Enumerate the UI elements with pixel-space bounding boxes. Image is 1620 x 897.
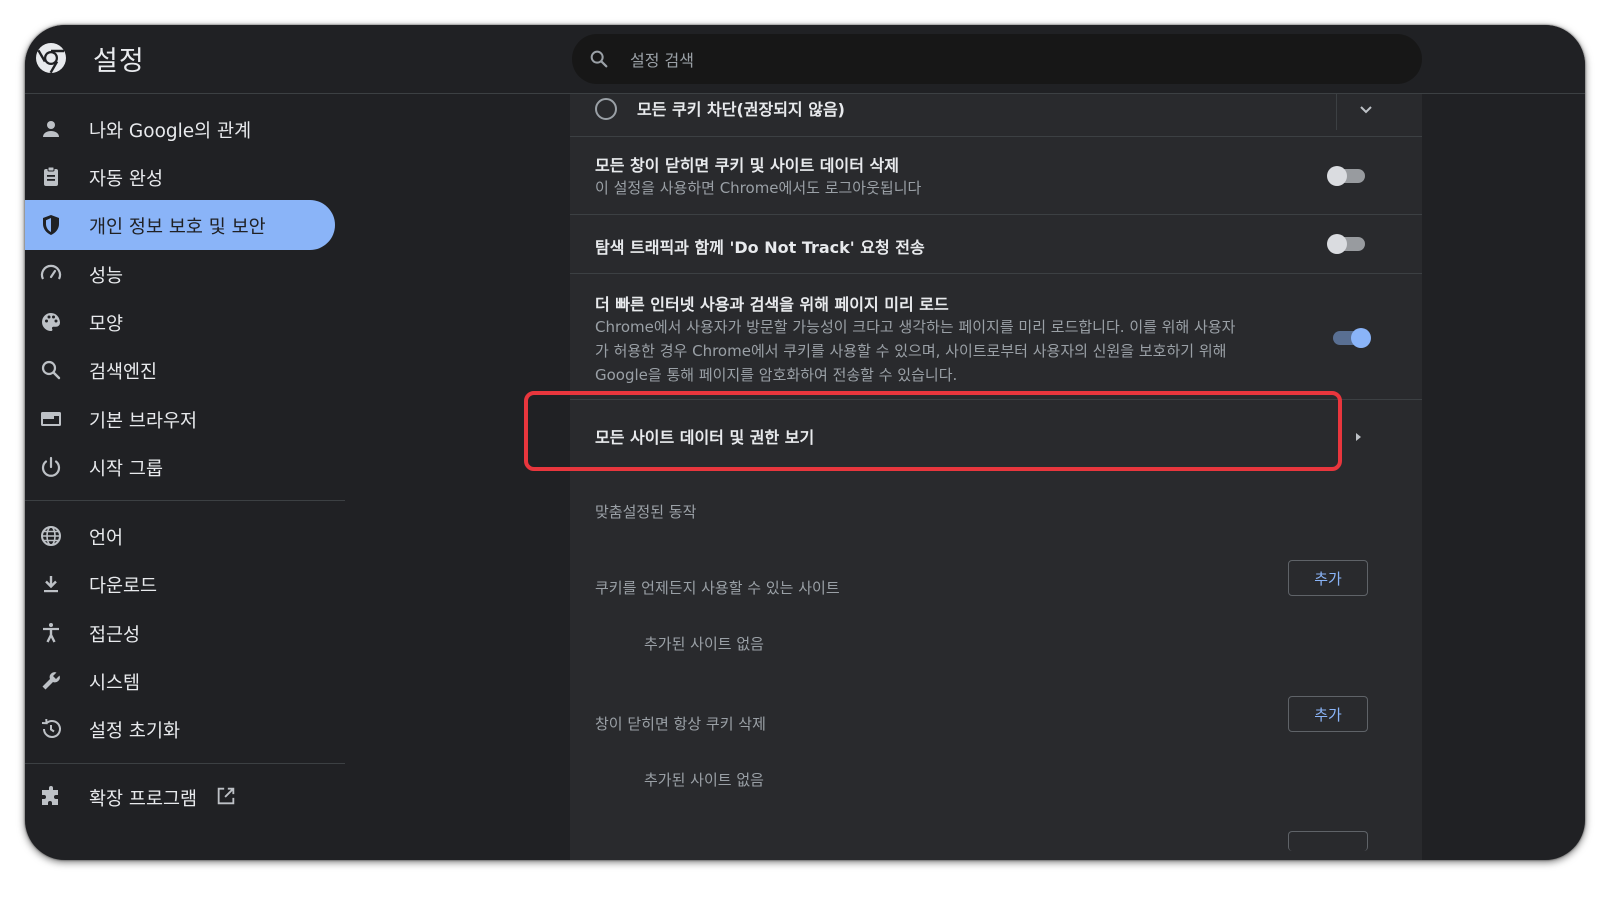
preload-description-line: Chrome에서 사용자가 방문할 가능성이 크다고 생각하는 페이지를 미리 … <box>595 318 1236 336</box>
sidebar-item-label: 자동 완성 <box>89 169 163 190</box>
sidebar-item-label: 언어 <box>89 528 124 549</box>
palette-icon <box>42 313 60 331</box>
search-icon <box>41 360 61 380</box>
person-icon <box>43 121 59 137</box>
preload-description-line: Google을 통해 페이지를 암호화하여 전송할 수 있습니다. <box>595 366 958 384</box>
sidebar-item-label: 기본 브라우저 <box>89 411 198 432</box>
preload-toggle[interactable] <box>1331 328 1371 348</box>
block-all-cookies-radio[interactable] <box>595 98 617 120</box>
row-separator <box>1336 94 1337 130</box>
chrome-logo-icon <box>36 43 66 74</box>
top-bar: 설정 <box>25 25 1585 94</box>
sidebar-item-performance[interactable]: 성능 <box>25 249 335 299</box>
wrench-icon <box>42 672 60 690</box>
clipboard-icon <box>44 166 58 186</box>
sidebar-item-label: 설정 초기화 <box>89 721 180 742</box>
globe-icon <box>41 526 61 546</box>
search-box[interactable] <box>572 34 1422 86</box>
preload-row[interactable]: 더 빠른 인터넷 사용과 검색을 위해 페이지 미리 로드 Chrome에서 사… <box>570 274 1422 400</box>
sidebar-item-you-and-google[interactable]: 나와 Google의 관계 <box>25 104 335 154</box>
sidebar-item-system[interactable]: 시스템 <box>25 656 335 706</box>
sidebar-item-label: 나와 Google의 관계 <box>89 121 252 142</box>
sidebar-item-languages[interactable]: 언어 <box>25 511 335 561</box>
puzzle-icon <box>42 786 58 805</box>
clear-on-exit-empty-text: 추가된 사이트 없음 <box>644 771 764 789</box>
clear-on-exit-add-button[interactable]: 추가 <box>1288 696 1368 732</box>
sidebar-item-label: 성능 <box>89 266 124 287</box>
preload-title: 더 빠른 인터넷 사용과 검색을 위해 페이지 미리 로드 <box>595 295 949 314</box>
sidebar-item-label: 시작 그룹 <box>89 459 163 480</box>
sidebar-item-label: 접근성 <box>89 625 141 646</box>
settings-card: 모든 쿠키 차단(권장되지 않음) 모든 창이 닫히면 쿠키 및 사이트 데이터… <box>570 94 1422 860</box>
sidebar-divider <box>25 763 345 764</box>
sidebar-item-label: 모양 <box>89 314 124 335</box>
highlight-box <box>524 391 1342 471</box>
power-icon <box>41 456 61 477</box>
sidebar-item-autofill[interactable]: 자동 완성 <box>25 152 335 202</box>
sidebar-item-label: 확장 프로그램 <box>89 789 198 810</box>
sidebar-item-on-startup[interactable]: 시작 그룹 <box>25 442 335 492</box>
block-all-cookies-row[interactable]: 모든 쿠키 차단(권장되지 않음) <box>570 94 1422 137</box>
history-icon <box>41 718 61 738</box>
do-not-track-toggle[interactable] <box>1327 234 1367 254</box>
settings-window: 설정 나와 Google의 관계 자동 완성 <box>25 25 1585 860</box>
clear-on-exit-toggle[interactable] <box>1327 166 1367 186</box>
do-not-track-row[interactable]: 탐색 트래픽과 함께 'Do Not Track' 요청 전송 <box>570 215 1422 274</box>
clear-on-exit-description: 이 설정을 사용하면 Chrome에서도 로그아웃됩니다 <box>595 179 922 197</box>
always-allow-empty-text: 추가된 사이트 없음 <box>644 635 764 653</box>
partial-add-button[interactable] <box>1288 831 1368 851</box>
sidebar-divider <box>25 500 345 501</box>
chevron-down-icon[interactable] <box>1356 100 1376 120</box>
accessibility-icon <box>43 623 59 643</box>
search-icon <box>590 50 608 68</box>
clear-on-exit-title: 모든 창이 닫히면 쿠키 및 사이트 데이터 삭제 <box>595 156 899 175</box>
sidebar-item-appearance[interactable]: 모양 <box>25 297 335 347</box>
always-allow-add-button[interactable]: 추가 <box>1288 560 1368 596</box>
sidebar-item-default-browser[interactable]: 기본 브라우저 <box>25 394 335 444</box>
browser-icon <box>41 412 61 426</box>
preload-description-line: 가 허용한 경우 Chrome에서 쿠키를 사용할 수 있으며, 사이트로부터 … <box>595 342 1227 360</box>
sidebar-item-label: 다운로드 <box>89 576 158 597</box>
clear-on-exit-row[interactable]: 모든 창이 닫히면 쿠키 및 사이트 데이터 삭제 이 설정을 사용하면 Chr… <box>570 137 1422 215</box>
sidebar-item-search-engine[interactable]: 검색엔진 <box>25 345 335 395</box>
search-input[interactable] <box>628 34 1392 86</box>
download-icon <box>44 576 58 593</box>
sidebar-item-accessibility[interactable]: 접근성 <box>25 608 335 658</box>
shield-icon <box>43 215 59 235</box>
sidebar-item-downloads[interactable]: 다운로드 <box>25 559 335 609</box>
clear-on-exit-list-label: 창이 닫히면 항상 쿠키 삭제 <box>595 715 766 733</box>
custom-behaviors-heading: 맞춤설정된 동작 <box>595 503 697 521</box>
sidebar-item-label: 시스템 <box>89 673 141 694</box>
page-title: 설정 <box>93 46 145 77</box>
always-allow-label: 쿠키를 언제든지 사용할 수 있는 사이트 <box>595 579 840 597</box>
sidebar-item-reset-settings[interactable]: 설정 초기화 <box>25 704 335 754</box>
do-not-track-title: 탐색 트래픽과 함께 'Do Not Track' 요청 전송 <box>595 238 925 257</box>
arrow-right-icon <box>1356 433 1361 441</box>
sidebar-item-privacy-security[interactable]: 개인 정보 보호 및 보안 <box>25 200 335 250</box>
speedometer-icon <box>40 264 62 280</box>
open-in-new-icon <box>217 787 235 805</box>
sidebar-item-label: 검색엔진 <box>89 362 158 383</box>
sidebar: 나와 Google의 관계 자동 완성 개인 정보 보호 및 보안 성능 모양 … <box>25 94 345 860</box>
sidebar-item-label: 개인 정보 보호 및 보안 <box>89 217 266 238</box>
sidebar-item-extensions[interactable]: 확장 프로그램 <box>25 772 335 822</box>
block-all-cookies-label: 모든 쿠키 차단(권장되지 않음) <box>637 100 845 119</box>
